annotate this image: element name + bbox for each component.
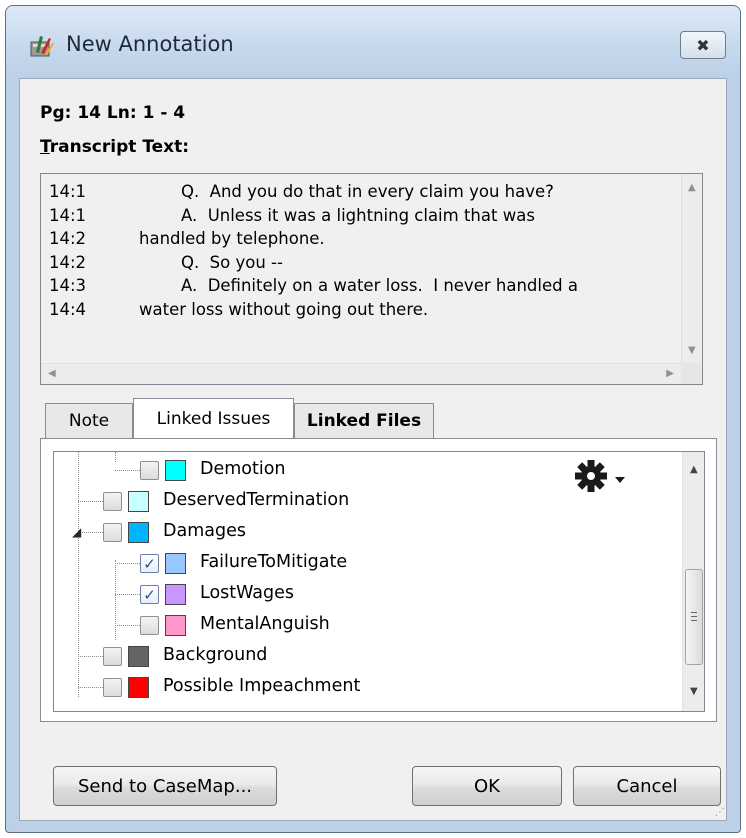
transcript-line-text: water loss without going out there. bbox=[139, 299, 429, 319]
issue-checkbox[interactable] bbox=[103, 678, 122, 697]
issue-color-swatch bbox=[128, 646, 149, 667]
issue-row[interactable]: ✓ LostWages bbox=[54, 579, 674, 610]
dialog-body: Pg: 14 Ln: 1 - 4 Transcript Text: 14:1 Q… bbox=[19, 78, 727, 821]
issue-checkbox[interactable] bbox=[140, 461, 159, 480]
send-to-casemap-button[interactable]: Send to CaseMap... bbox=[53, 766, 277, 806]
transcript-line-text: Q. And you do that in every claim you ha… bbox=[139, 182, 554, 201]
scroll-up-arrow-icon[interactable]: ▲ bbox=[690, 464, 698, 475]
transcript-line: 14:1 A. Unless it was a lightning claim … bbox=[49, 206, 669, 230]
thumb-grip bbox=[691, 620, 697, 621]
tree-connector-line bbox=[78, 687, 103, 688]
transcript-horizontal-scrollbar[interactable]: ◀ ▶ bbox=[41, 363, 681, 384]
annotation-app-icon bbox=[28, 32, 56, 60]
gear-icon[interactable] bbox=[573, 458, 633, 498]
transcript-line-number: 14:2 bbox=[49, 229, 87, 248]
tab-linked-files[interactable]: Linked Files bbox=[294, 403, 434, 438]
tree-connector-line bbox=[78, 501, 103, 502]
title-bar: New Annotation ✖ bbox=[6, 6, 740, 78]
issue-label: FailureToMitigate bbox=[200, 552, 348, 572]
transcript-line-number: 14:2 bbox=[49, 252, 87, 272]
tree-connector-line bbox=[115, 625, 140, 626]
issue-checkbox[interactable] bbox=[103, 523, 122, 542]
scroll-right-arrow-icon[interactable]: ▶ bbox=[666, 368, 674, 379]
cancel-button[interactable]: Cancel bbox=[573, 766, 721, 806]
transcript-line: 14:1 Q. And you do that in every claim y… bbox=[49, 182, 669, 206]
expand-collapse-icon[interactable]: ◢ bbox=[72, 525, 81, 539]
ok-button[interactable]: OK bbox=[412, 766, 562, 806]
transcript-label-rest: ranscript Text: bbox=[49, 137, 190, 157]
page-line-reference: Pg: 14 Ln: 1 - 4 bbox=[40, 103, 186, 123]
linked-issues-panel: Demotion DeservedTermination ◢ Damages ✓ Fail… bbox=[40, 438, 717, 722]
transcript-vertical-scrollbar[interactable]: ▲ ▼ bbox=[681, 174, 702, 364]
issue-checkbox[interactable]: ✓ bbox=[140, 554, 159, 573]
transcript-line: 14:2 handled by telephone. bbox=[49, 229, 669, 253]
issue-color-swatch bbox=[128, 491, 149, 512]
issue-label: LostWages bbox=[200, 583, 295, 603]
issue-label: Demotion bbox=[200, 459, 286, 479]
new-annotation-dialog: New Annotation ✖ Pg: 14 Ln: 1 - 4 Transc… bbox=[5, 5, 741, 833]
issue-row[interactable]: ✓ FailureToMitigate bbox=[54, 548, 674, 579]
transcript-line: 14:4 water loss without going out there. bbox=[49, 300, 669, 324]
transcript-line-text: A. Definitely on a water loss. I never h… bbox=[139, 276, 578, 295]
issue-row[interactable]: Possible Impeachment bbox=[54, 672, 674, 703]
issue-color-swatch bbox=[165, 584, 186, 605]
issue-color-swatch bbox=[128, 522, 149, 543]
issue-row[interactable]: ◢ Damages bbox=[54, 517, 674, 548]
issue-color-swatch bbox=[165, 615, 186, 636]
tab-linked-issues[interactable]: Linked Issues bbox=[133, 398, 294, 438]
tree-connector-line bbox=[115, 594, 140, 595]
thumb-grip bbox=[691, 616, 697, 617]
transcript-line-number: 14:3 bbox=[49, 276, 87, 295]
transcript-label-accelerator: T bbox=[40, 137, 50, 157]
transcript-line: 14:3 A. Definitely on a water loss. I ne… bbox=[49, 276, 669, 300]
issue-color-swatch bbox=[165, 553, 186, 574]
issue-label: Background bbox=[163, 645, 268, 665]
transcript-text-label: Transcript Text: bbox=[40, 137, 189, 157]
issue-label: MentalAnguish bbox=[200, 614, 330, 634]
thumb-grip bbox=[691, 612, 697, 613]
issue-color-swatch bbox=[165, 460, 186, 481]
issue-label: Damages bbox=[163, 521, 246, 541]
transcript-text-box[interactable]: 14:1 Q. And you do that in every claim y… bbox=[40, 173, 703, 385]
resize-grip-icon[interactable]: ⋰ bbox=[715, 807, 725, 818]
transcript-line-text: A. Unless it was a lightning claim that … bbox=[139, 205, 535, 225]
tab-note[interactable]: Note bbox=[45, 403, 133, 438]
issue-row[interactable]: MentalAnguish bbox=[54, 610, 674, 641]
scroll-up-arrow-icon[interactable]: ▲ bbox=[688, 182, 696, 193]
transcript-line-number: 14:1 bbox=[49, 182, 87, 201]
scrollbar-thumb[interactable] bbox=[685, 569, 703, 665]
window-title: New Annotation bbox=[66, 32, 234, 56]
issues-tree[interactable]: Demotion DeservedTermination ◢ Damages ✓ Fail… bbox=[53, 451, 705, 712]
transcript-lines: 14:1 Q. And you do that in every claim y… bbox=[49, 182, 669, 323]
tree-connector-line bbox=[115, 470, 140, 471]
issue-label: DeservedTermination bbox=[163, 490, 350, 510]
scroll-down-arrow-icon[interactable]: ▼ bbox=[688, 345, 696, 356]
transcript-line-number: 14:1 bbox=[49, 205, 87, 225]
issues-vertical-scrollbar[interactable]: ▲ ▼ bbox=[682, 452, 704, 711]
scrollbar-corner bbox=[681, 363, 702, 384]
tree-connector-line bbox=[78, 656, 103, 657]
issue-color-swatch bbox=[128, 677, 149, 698]
issue-checkbox[interactable]: ✓ bbox=[140, 585, 159, 604]
issue-checkbox[interactable] bbox=[103, 647, 122, 666]
issue-checkbox[interactable] bbox=[140, 616, 159, 635]
scroll-left-arrow-icon[interactable]: ◀ bbox=[48, 368, 56, 379]
tree-connector-line bbox=[78, 532, 103, 533]
issue-label: Possible Impeachment bbox=[163, 676, 361, 696]
issue-checkbox[interactable] bbox=[103, 492, 122, 511]
close-icon: ✖ bbox=[696, 35, 710, 55]
transcript-line-text: handled by telephone. bbox=[139, 229, 325, 248]
issue-row[interactable]: Background bbox=[54, 641, 674, 672]
close-button[interactable]: ✖ bbox=[680, 31, 726, 59]
tree-connector-line bbox=[115, 563, 140, 564]
transcript-line-number: 14:4 bbox=[49, 299, 87, 319]
scroll-down-arrow-icon[interactable]: ▼ bbox=[690, 686, 698, 697]
transcript-line-text: Q. So you -- bbox=[139, 252, 283, 272]
transcript-line: 14:2 Q. So you -- bbox=[49, 253, 669, 277]
